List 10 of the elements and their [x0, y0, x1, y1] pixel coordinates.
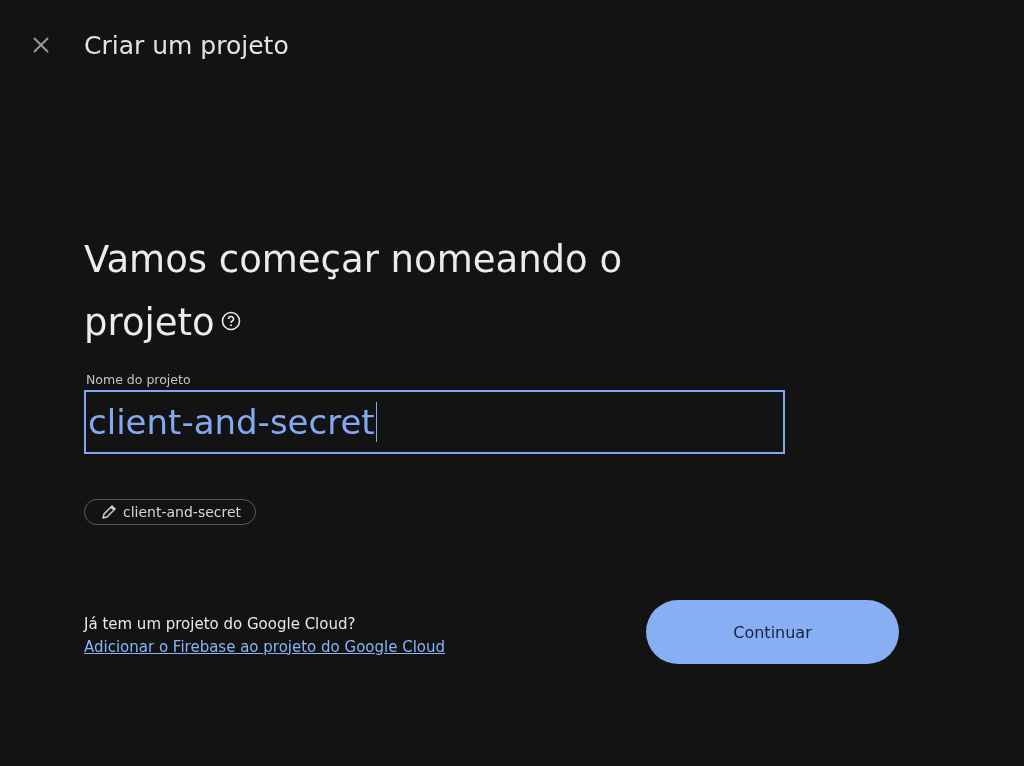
- help-icon[interactable]: [220, 311, 241, 331]
- close-icon: [32, 36, 50, 54]
- field-label: Nome do projeto: [86, 372, 192, 387]
- google-cloud-question: Já tem um projeto do Google Cloud?: [84, 614, 357, 633]
- project-name-field[interactable]: client-and-secret: [84, 390, 785, 454]
- heading: Vamos começar nomeando o projeto: [84, 237, 624, 346]
- pencil-icon: [101, 504, 117, 520]
- page-title: Criar um projeto: [84, 30, 289, 60]
- add-firebase-link[interactable]: Adicionar o Firebase ao projeto do Google Cloud: [84, 637, 446, 656]
- continue-button[interactable]: Continuar: [646, 600, 899, 664]
